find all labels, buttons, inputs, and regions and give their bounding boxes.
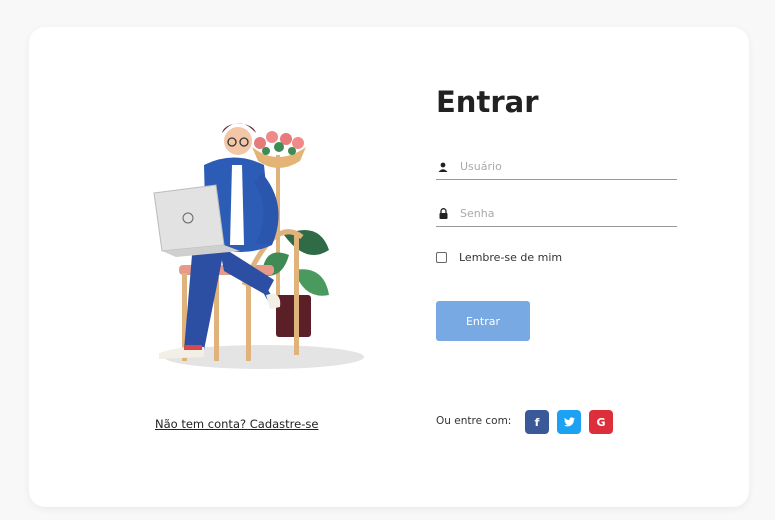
remember-me-row[interactable]: Lembre-se de mim [436, 251, 562, 264]
signup-link[interactable]: Não tem conta? Cadastre-se [155, 417, 318, 431]
person-with-laptop-illustration [153, 123, 364, 369]
login-card: Não tem conta? Cadastre-se Entrar Lembre… [29, 27, 749, 507]
google-login-button[interactable]: G [589, 410, 613, 434]
remember-me-checkbox[interactable] [436, 252, 447, 263]
username-input[interactable] [460, 160, 660, 173]
user-icon [437, 161, 449, 173]
login-button[interactable]: Entrar [436, 301, 530, 341]
username-field[interactable] [436, 154, 677, 180]
remember-me-label: Lembre-se de mim [459, 251, 563, 264]
password-field[interactable] [436, 201, 677, 227]
login-title: Entrar [436, 85, 539, 119]
twitter-icon [563, 417, 575, 427]
twitter-login-button[interactable] [557, 410, 581, 434]
google-icon: G [596, 415, 606, 429]
password-input[interactable] [460, 207, 660, 220]
lock-icon [437, 208, 449, 220]
facebook-login-button[interactable]: f [525, 410, 549, 434]
facebook-icon: f [534, 415, 540, 429]
social-login-label: Ou entre com: [436, 415, 512, 427]
